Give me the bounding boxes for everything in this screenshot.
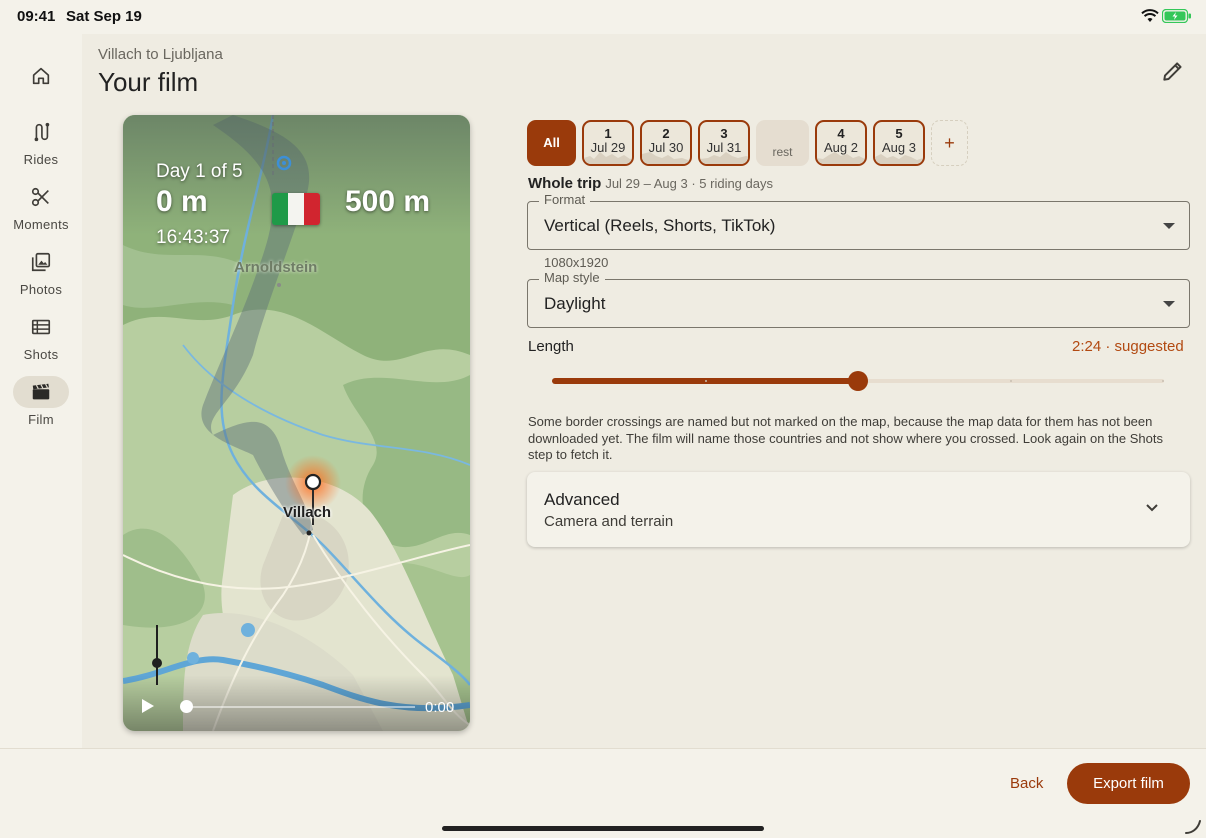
page-title: Your film [98,67,199,97]
trip-summary: Whole trip Jul 29 – Aug 3 · 5 riding days [528,175,773,192]
home-indicator[interactable] [442,826,764,831]
sidebar-item-label: Moments [13,217,69,232]
chip-day-3[interactable]: 3 Jul 31 [698,120,750,166]
bottom-bar: Back Export film [0,748,1206,838]
distance-start: 0 m [156,185,208,218]
nav-icon-wrap [13,60,69,92]
clock-readout: 16:43:37 [156,227,230,248]
sidebar-item-label: Photos [19,282,63,297]
nav-icon-wrap [13,311,69,343]
chip-day-2[interactable]: 2 Jul 30 [640,120,692,166]
chip-day-1[interactable]: 1 Jul 29 [582,120,634,166]
pencil-icon [1163,62,1182,81]
format-select[interactable]: Format Vertical (Reels, Shorts, TikTok) [527,192,1190,250]
playback-track[interactable] [185,706,415,708]
route-icon [34,122,50,142]
format-legend: Format [539,192,591,207]
trip-label: Whole trip [528,175,602,192]
slider-tick [705,380,707,382]
edit-button[interactable] [1160,58,1186,84]
place-label: Villach [283,504,332,521]
playback-time: 0:00 [425,699,455,716]
clapperboard-icon [32,383,50,400]
chip-day-number: 2 [662,126,670,141]
play-button[interactable] [141,698,155,719]
chip-day-date: Aug 3 [882,140,916,155]
sidebar-item-rides[interactable]: Rides [0,116,82,167]
distance-border: 500 m [345,185,431,218]
day-label: Day 1 of 5 [156,161,243,182]
list-icon [31,319,51,335]
nav-icon-wrap [13,246,69,278]
back-button[interactable]: Back [1006,775,1047,792]
border-crossing-note: Some border crossings are named but not … [528,414,1163,462]
photo-library-icon [31,252,51,272]
nav-icon-wrap [13,116,69,148]
sidebar-item-label: Rides [23,152,59,167]
chip-all[interactable]: All [527,120,576,166]
map-style-select[interactable]: Map style Daylight [527,270,1190,328]
chip-day-4[interactable]: 4 Aug 2 [815,120,867,166]
trip-detail: Jul 29 – Aug 3 · 5 riding days [605,176,773,191]
sidebar-item-film[interactable]: Film [0,376,82,427]
dropdown-arrow-icon [1163,301,1175,307]
chip-rest[interactable]: rest [756,120,809,166]
length-label: Length [528,338,574,355]
wifi-icon [1141,9,1159,22]
map-style-legend: Map style [539,270,605,285]
length-slider[interactable] [552,371,1164,391]
nav-icon-wrap [13,376,69,408]
battery-icon [1162,9,1191,23]
flag-stripe-red [304,193,320,225]
chip-day-5[interactable]: 5 Aug 3 [873,120,925,166]
sidebar: Rides Moments Photos Shots Film [0,34,82,748]
nav-icon-wrap [13,181,69,213]
sidebar-item-shots[interactable]: Shots [0,311,82,362]
sidebar-item-label: Shots [23,347,59,362]
sidebar-item-photos[interactable]: Photos [0,246,82,297]
sidebar-item-label: Film [28,412,54,427]
sidebar-item-moments[interactable]: Moments [0,181,82,232]
resize-handle-icon[interactable] [1184,819,1202,835]
town-label: Arnoldstein [234,259,318,276]
trip-name: Villach to Ljubljana [98,46,223,63]
chip-day-date: Jul 29 [590,140,626,155]
sidebar-item-home[interactable] [0,60,82,92]
status-date: Sat Sep 19 [66,8,142,25]
chip-day-date: Jul 31 [706,140,742,155]
flag-stripe-green [272,193,288,225]
film-preview[interactable]: Day 1 of 5 0 m 500 m 16:43:37 Arnoldstei… [123,115,470,731]
italy-flag-icon [272,193,320,225]
chip-day-date: Jul 30 [648,140,684,155]
chip-day-number: 4 [837,126,845,141]
status-time: 09:41 [17,8,56,25]
flag-stripe-white [288,193,304,225]
slider-tick [1162,380,1164,382]
chip-day-number: 5 [895,126,903,141]
slider-tick [1010,380,1012,382]
advanced-subtitle: Camera and terrain [544,513,674,530]
chip-day-date: Aug 2 [824,140,858,155]
advanced-panel[interactable]: Advanced Camera and terrain [527,472,1190,547]
chip-rest-label: rest [772,145,793,159]
format-value: Vertical (Reels, Shorts, TikTok) [544,216,776,235]
length-suggestion: 2:24 · suggested [1072,338,1184,355]
map-style-value: Daylight [544,294,606,313]
scissors-icon [31,187,49,207]
export-film-button[interactable]: Export film [1067,763,1190,804]
chip-day-number: 3 [720,126,728,141]
chip-day-number: 1 [604,126,612,141]
playback-scrubber[interactable] [180,700,193,713]
status-bar: 09:41 Sat Sep 19 [0,0,1206,34]
play-icon [142,699,154,713]
format-resolution: 1080x1920 [544,255,609,270]
chevron-down-icon [1146,504,1158,512]
slider-thumb[interactable] [848,371,868,391]
add-day-button[interactable]: + [931,120,968,166]
home-icon [32,67,50,85]
dropdown-arrow-icon [1163,223,1175,229]
advanced-title: Advanced [544,490,620,509]
